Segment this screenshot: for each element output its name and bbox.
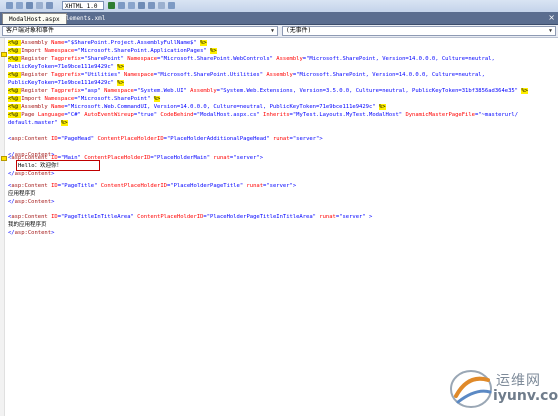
code-line: PublicKeyToken=71e9bce111e9429c" %> — [8, 80, 124, 86]
object-dropdown[interactable]: 客户端对象和事件 ▼ — [2, 26, 278, 36]
change-marker — [1, 52, 7, 57]
toolbar-icon[interactable] — [46, 2, 53, 9]
toolbar-icon[interactable] — [118, 2, 125, 9]
check-icon[interactable] — [108, 2, 115, 9]
code-line: <%@ Assembly Name="$SharePoint.Project.A… — [8, 40, 207, 46]
code-line: <%@ Page Language="C#" AutoEventWireup="… — [8, 112, 519, 118]
code-line: <%@ Assembly Name="Microsoft.Web.Command… — [8, 104, 386, 110]
code-line: default.master" %> — [8, 120, 68, 126]
navigation-bar: 客户端对象和事件 ▼ (无事件) ▼ — [0, 25, 558, 38]
tab-elements[interactable]: Elements.xml — [56, 13, 111, 24]
watermark-url: iyunv.com — [493, 388, 558, 404]
code-editor[interactable]: <%@ Assembly Name="$SharePoint.Project.A… — [0, 38, 558, 416]
document-tabs: ModalHost.aspx Elements.xml × — [0, 12, 558, 25]
code-line: <asp:Content ID="PageHead" ContentPlaceH… — [8, 136, 323, 142]
code-line: 应用程序页 — [8, 191, 36, 197]
code-line: <asp:Content ID="PageTitleInTitleArea" C… — [8, 214, 373, 220]
chevron-down-icon: ▼ — [270, 28, 274, 34]
object-dropdown-value: 客户端对象和事件 — [6, 27, 55, 34]
toolbar-icon[interactable] — [168, 2, 175, 9]
event-dropdown[interactable]: (无事件) ▼ — [282, 26, 556, 36]
code-line: </asp:Content> — [8, 230, 55, 236]
toolbar-icon[interactable] — [148, 2, 155, 9]
code-line: <%@ Register Tagprefix="SharePoint" Name… — [8, 56, 495, 62]
event-dropdown-value: (无事件) — [286, 27, 312, 34]
code-line: 我的应用程序页 — [8, 222, 47, 228]
code-line: <%@ Register Tagprefix="Utilities" Names… — [8, 72, 485, 78]
code-line: </asp:Content> — [8, 199, 55, 205]
toolbar-icon[interactable] — [158, 2, 165, 9]
code-line: <asp:Content ID="PageTitle" ContentPlace… — [8, 183, 297, 189]
code-line: <%@ Register Tagprefix="asp" Namespace="… — [8, 88, 528, 94]
toolbar-icon[interactable] — [36, 2, 43, 9]
watermark-cn: 运维网 — [496, 373, 541, 389]
toolbar-icon[interactable] — [16, 2, 23, 9]
target-schema-dropdown[interactable]: XHTML 1.0 Transitio — [62, 1, 104, 19]
chevron-down-icon: ▼ — [548, 28, 552, 34]
toolbar-icon[interactable] — [6, 2, 13, 9]
editor-gutter — [0, 38, 5, 416]
code-line: <%@ Import Namespace="Microsoft.SharePoi… — [8, 96, 161, 102]
toolbar-icon[interactable] — [128, 2, 135, 9]
code-line: </asp:Content> — [8, 171, 55, 177]
code-line: PublicKeyToken=71e9bce111e9429c" %> — [8, 64, 124, 70]
logo-icon — [450, 370, 492, 408]
code-line: <%@ Import Namespace="Microsoft.SharePoi… — [8, 48, 217, 54]
close-icon[interactable]: × — [548, 13, 555, 23]
watermark-logo: 运维网 iyunv.com — [448, 366, 558, 410]
toolbar-icon[interactable] — [138, 2, 145, 9]
toolbar-icon[interactable] — [26, 2, 33, 9]
change-marker — [1, 156, 7, 161]
